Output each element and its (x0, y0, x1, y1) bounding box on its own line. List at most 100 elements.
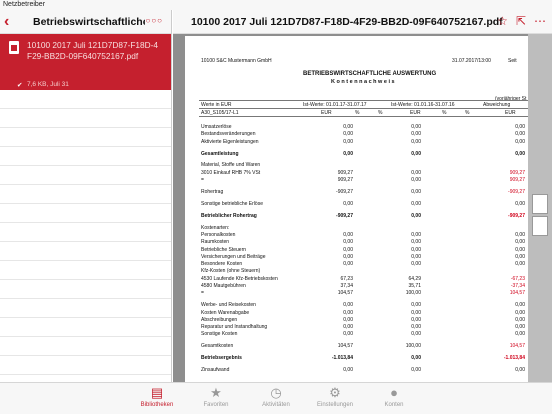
row-value: 909,27 (337, 169, 353, 176)
more-icon[interactable]: ⋯ (534, 14, 546, 28)
tab-label: Konten (384, 402, 404, 408)
tab-label: Einstellungen (316, 402, 354, 408)
tab-favoriten[interactable]: ★ Favoriten (186, 383, 246, 415)
file-list-item-selected[interactable]: 10100 2017 Juli 121D7D87-F18D-4F29-BB2D-… (0, 34, 171, 90)
row-value: 0,00 (411, 138, 421, 145)
row-value: 0,00 (515, 261, 525, 268)
row-label: Rohertrag (201, 188, 224, 195)
row-value: 0,00 (515, 200, 525, 207)
gear-icon: ⚙ (329, 385, 341, 400)
star-icon: ★ (210, 385, 222, 400)
row-value: 0,00 (343, 302, 353, 309)
row-label: Reparatur und Instandhaltung (201, 324, 268, 331)
row-value: 104,57 (509, 343, 525, 350)
row-value: 0,00 (343, 200, 353, 207)
row-value: 909,27 (509, 169, 525, 176)
document-title: 10100 2017 Juli 121D7D87-F18D-4F29-BB2D-… (191, 16, 503, 28)
row-value: -1.013,84 (331, 355, 353, 362)
row-value: 0,00 (343, 331, 353, 338)
row-value: 0,00 (411, 324, 421, 331)
row-label: Versicherungen und Beiträge (201, 253, 266, 260)
share-icon[interactable]: ⇱ (516, 14, 526, 28)
row-value: 0,00 (343, 138, 353, 145)
row-value: 0,00 (343, 239, 353, 246)
file-name: 10100 2017 Juli 121D7D87-F18D-4F29-BB2D-… (27, 40, 158, 61)
row-value: 0,00 (515, 239, 525, 246)
row-value: 0,00 (411, 212, 421, 219)
row-value: 0,00 (515, 331, 525, 338)
row-value: 0,00 (411, 367, 421, 374)
row-value: 35,71 (408, 283, 421, 289)
row-value: 0,00 (343, 124, 353, 130)
tab-bibliotheken[interactable]: ▤ Bibliotheken (127, 383, 187, 415)
row-label: = (201, 290, 204, 297)
report-subheading: K o n t e n n a c h w e i s (331, 79, 395, 85)
row-value: 0,00 (343, 324, 353, 331)
row-label: Besondere Kosten (201, 261, 243, 268)
library-icon: ▤ (150, 385, 164, 400)
row-value: 0,00 (515, 367, 525, 374)
clock-icon: ◷ (270, 385, 282, 400)
page-thumbnails (528, 34, 552, 382)
tab-label: Favoriten (203, 402, 229, 408)
row-value: 0,00 (343, 367, 353, 374)
row-value: 64,29 (408, 275, 421, 282)
row-value: 0,00 (515, 131, 525, 138)
row-value: 0,00 (515, 324, 525, 331)
page-thumbnail-1[interactable] (532, 194, 548, 214)
star-icon[interactable]: ☆ (497, 14, 508, 28)
row-value: 0,00 (515, 316, 525, 323)
row-value: 0,00 (343, 309, 353, 316)
row-value: 0,00 (411, 231, 421, 238)
tab-aktivitaeten[interactable]: ◷ Aktivitäten (246, 383, 306, 415)
row-value: 0,00 (411, 246, 421, 253)
row-label: Material, Stoffe und Waren (201, 162, 261, 169)
row-value: 0,00 (515, 309, 525, 316)
row-label: 4530 Laufende Kfz-Betriebskosten (201, 275, 278, 282)
tab-konten[interactable]: ● Konten (364, 383, 424, 415)
row-value: 0,00 (411, 253, 421, 260)
row-value: 100,00 (405, 343, 421, 350)
row-value: 0,00 (515, 246, 525, 253)
pdf-file-icon (9, 41, 19, 54)
row-value: 0,00 (411, 150, 421, 157)
row-value: 0,00 (343, 261, 353, 268)
row-value: 0,00 (515, 124, 525, 130)
back-icon[interactable]: ‹ (4, 13, 9, 31)
row-value: 0,00 (343, 231, 353, 238)
row-value: 0,00 (515, 302, 525, 309)
row-value: 0,00 (515, 138, 525, 145)
row-label: Gesamtleistung (201, 150, 239, 157)
row-value: 0,00 (411, 177, 421, 183)
row-value: 104,57 (337, 290, 353, 297)
row-value: 0,00 (411, 124, 421, 130)
row-label: Kosten Warenabgabe (201, 309, 250, 316)
row-label: Betriebsergebnis (201, 355, 242, 362)
page-thumbnail-2[interactable] (532, 216, 548, 236)
more-icon[interactable]: ○○○ (146, 16, 164, 25)
empty-list-rows (0, 90, 171, 375)
row-value: 0,00 (343, 131, 353, 138)
status-bar: Netzbetreiber (0, 0, 552, 10)
row-label: Bestandsveränderungen (201, 131, 256, 138)
row-label: Abschreibungen (201, 316, 238, 323)
tab-einstellungen[interactable]: ⚙ Einstellungen (305, 383, 365, 415)
row-label: Sonstige Kosten (201, 331, 238, 338)
row-value: 0,00 (411, 331, 421, 338)
row-value: 0,00 (343, 316, 353, 323)
row-label: Betriebliche Steuern (201, 246, 247, 253)
sidebar-header: ‹ Betriebswirtschaftliche... ○○○ (0, 10, 171, 34)
row-value: 37,34 (340, 283, 353, 289)
row-label: Raumkosten (201, 239, 230, 246)
row-value: 104,57 (509, 290, 525, 297)
row-value: 0,00 (411, 309, 421, 316)
row-value: -37,34 (510, 283, 525, 289)
row-value: 0,00 (343, 150, 353, 157)
row-label: Umsatzerlöse (201, 124, 232, 130)
row-value: 0,00 (515, 253, 525, 260)
file-meta-text: 7,6 KB, Juli 31 (27, 81, 69, 88)
row-value: 100,00 (405, 290, 421, 297)
tab-label: Bibliotheken (140, 402, 174, 408)
viewer-header: 10100 2017 Juli 121D7D87-F18D-4F29-BB2D-… (173, 10, 552, 34)
row-label: Aktivierte Eigenleistungen (201, 138, 259, 145)
